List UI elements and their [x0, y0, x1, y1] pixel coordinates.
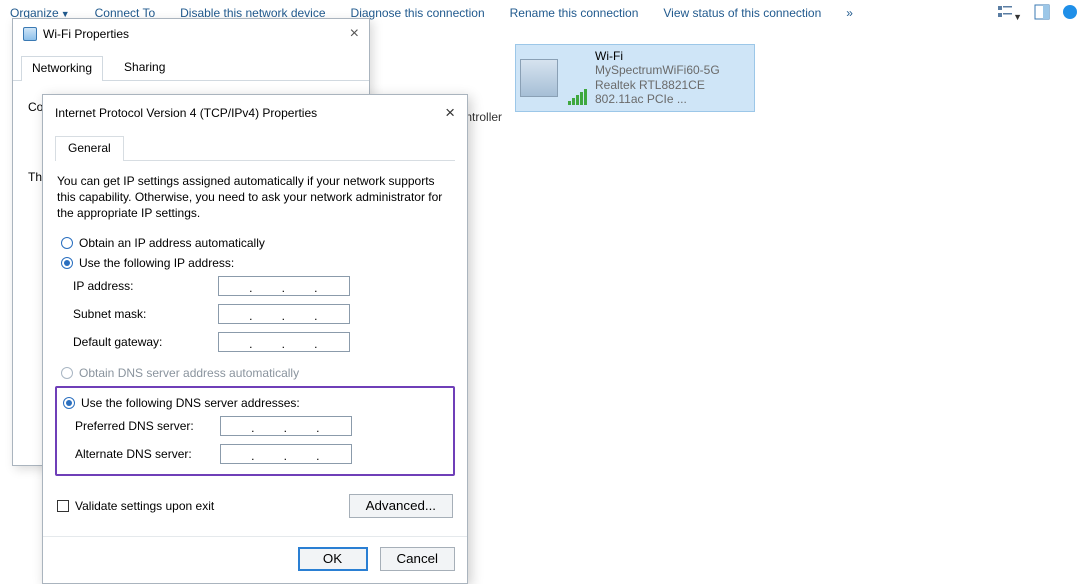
subnet-mask-input[interactable] [218, 304, 350, 324]
use-dns-radio[interactable]: Use the following DNS server addresses: [63, 396, 449, 410]
diagnose-button[interactable]: Diagnose this connection [351, 6, 485, 20]
connection-adapter: Realtek RTL8821CE 802.11ac PCIe ... [595, 78, 750, 107]
ok-button[interactable]: OK [298, 547, 368, 571]
preferred-dns-label: Preferred DNS server: [75, 419, 220, 433]
cancel-button[interactable]: Cancel [380, 547, 456, 571]
network-icon [23, 27, 37, 41]
tab-networking[interactable]: Networking [21, 56, 103, 81]
wifi-connection-item[interactable]: Wi-Fi MySpectrumWiFi60-5G Realtek RTL882… [515, 44, 755, 112]
ip-address-input[interactable] [218, 276, 350, 296]
ip-address-label: IP address: [73, 279, 218, 293]
rename-button[interactable]: Rename this connection [510, 6, 639, 20]
subnet-mask-label: Subnet mask: [73, 307, 218, 321]
signal-bars-icon [568, 89, 587, 105]
use-ip-radio[interactable]: Use the following IP address: [61, 256, 455, 270]
default-gateway-input[interactable] [218, 332, 350, 352]
ip-description: You can get IP settings assigned automat… [55, 173, 455, 222]
advanced-button[interactable]: Advanced... [349, 494, 453, 518]
dns-highlight-box: Use the following DNS server addresses: … [55, 386, 455, 476]
details-pane-icon[interactable] [1034, 4, 1050, 23]
view-controls: ▼ [997, 4, 1078, 23]
obtain-ip-radio[interactable]: Obtain an IP address automatically [61, 236, 455, 250]
ip-address-group: Obtain an IP address automatically Use t… [55, 236, 455, 352]
help-icon[interactable] [1062, 4, 1078, 23]
tab-general[interactable]: General [55, 136, 124, 161]
alternate-dns-label: Alternate DNS server: [75, 447, 220, 461]
obscured-text: Th [28, 170, 42, 184]
wifi-properties-title: Wi-Fi Properties [43, 27, 129, 41]
preferred-dns-input[interactable] [220, 416, 352, 436]
radio-icon [61, 367, 73, 379]
radio-icon [61, 257, 73, 269]
radio-icon [63, 397, 75, 409]
monitor-icon [520, 59, 558, 97]
close-icon[interactable]: × [445, 103, 455, 123]
validate-checkbox[interactable]: Validate settings upon exit [57, 499, 214, 513]
radio-icon [61, 237, 73, 249]
default-gateway-label: Default gateway: [73, 335, 218, 349]
tab-sharing[interactable]: Sharing [113, 55, 176, 80]
connection-name: Wi-Fi [595, 49, 750, 63]
alternate-dns-input[interactable] [220, 444, 352, 464]
view-options-icon[interactable]: ▼ [997, 4, 1022, 23]
wifi-properties-tabs: Networking Sharing [13, 55, 369, 81]
more-menu[interactable]: » [846, 6, 853, 20]
close-icon[interactable]: × [350, 25, 359, 43]
obtain-dns-radio: Obtain DNS server address automatically [61, 366, 455, 380]
ipv4-properties-dialog: Internet Protocol Version 4 (TCP/IPv4) P… [42, 94, 468, 584]
view-status-button[interactable]: View status of this connection [663, 6, 821, 20]
connection-ssid: MySpectrumWiFi60-5G [595, 63, 750, 77]
ipv4-properties-title: Internet Protocol Version 4 (TCP/IPv4) P… [55, 106, 317, 120]
